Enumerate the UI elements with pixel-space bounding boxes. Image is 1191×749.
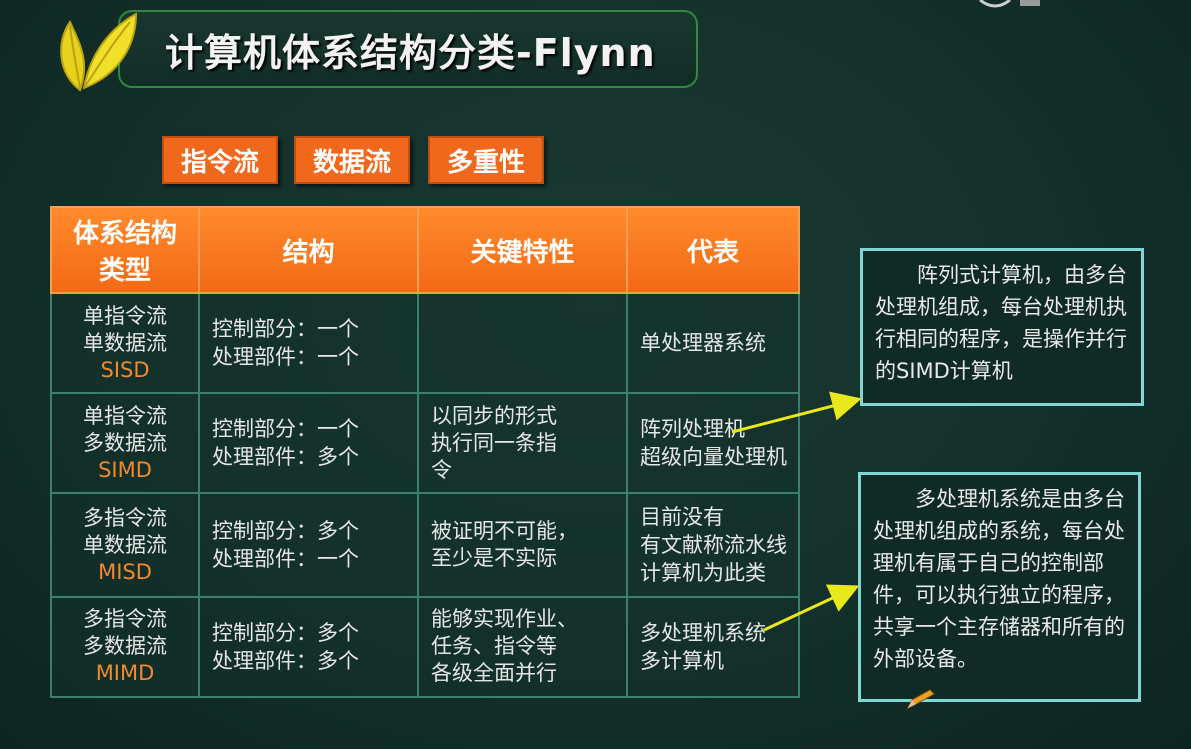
- type-line: 单数据流: [83, 330, 167, 355]
- key-line: 以同步的形式: [431, 403, 557, 428]
- type-line: 单指令流: [83, 303, 167, 328]
- pencil-cursor-icon: [906, 689, 935, 710]
- header-arch-type-line1: 体系结构: [72, 219, 177, 249]
- table-row-misd: 多指令流 单数据流 MISD 控制部分：多个 处理部件：一个 被证明不可能， 至…: [50, 492, 800, 598]
- header-key-features: 关键特性: [417, 206, 628, 294]
- type-line: 多指令流: [83, 505, 167, 530]
- cell-key-features: 能够实现作业、 任务、指令等 各级全面并行: [417, 595, 628, 699]
- type-line: 多数据流: [83, 634, 167, 659]
- cell-structure: 控制部分：多个 处理部件：多个: [198, 595, 419, 699]
- rep-line: 阵列处理机: [640, 417, 745, 442]
- key-line: 被证明不可能，: [431, 519, 578, 544]
- cell-representative: 目前没有 有文献称流水线 计算机为此类: [626, 492, 800, 598]
- mimd-note-box: 多处理机系统是由多台处理机组成的系统，每台处理机有属于自己的控制部件，可以执行独…: [858, 472, 1141, 702]
- cell-representative: 单处理器系统: [626, 291, 800, 395]
- key-line: 至少是不实际: [431, 546, 557, 571]
- leaf-logo-icon: [60, 12, 138, 92]
- table-header-row: 体系结构 类型 结构 关键特性 代表: [50, 206, 800, 294]
- header-representatives: 代表: [626, 206, 800, 294]
- type-abbr: SIMD: [98, 457, 152, 482]
- header-arch-type-line2: 类型: [98, 256, 151, 286]
- cell-key-features: [417, 291, 628, 395]
- rep-line: 超级向量处理机: [640, 445, 787, 470]
- tag-multiplicity: 多重性: [428, 136, 544, 184]
- cell-structure: 控制部分：多个 处理部件：一个: [198, 492, 419, 598]
- type-abbr: MIMD: [95, 661, 155, 686]
- header-structure: 结构: [198, 206, 419, 294]
- cell-type: 多指令流 单数据流 MISD: [50, 492, 200, 598]
- cell-type: 单指令流 多数据流 SIMD: [50, 392, 200, 495]
- structure-line: 控制部分：一个: [212, 417, 359, 442]
- type-abbr: MISD: [98, 559, 152, 584]
- structure-line: 处理部件：多个: [212, 445, 359, 470]
- type-abbr: SISD: [100, 357, 150, 382]
- structure-line: 处理部件：一个: [212, 345, 359, 370]
- structure-line: 控制部分：多个: [212, 519, 359, 544]
- table-row-simd: 单指令流 多数据流 SIMD 控制部分：一个 处理部件：多个 以同步的形式 执行…: [50, 392, 800, 495]
- cell-key-features: 被证明不可能， 至少是不实际: [417, 492, 628, 598]
- structure-line: 控制部分：多个: [212, 620, 359, 645]
- structure-line: 处理部件：多个: [212, 648, 359, 673]
- cell-structure: 控制部分：一个 处理部件：多个: [198, 392, 419, 495]
- cell-structure: 控制部分：一个 处理部件：一个: [198, 291, 419, 395]
- structure-line: 处理部件：一个: [212, 547, 359, 572]
- cell-type: 多指令流 多数据流 MIMD: [50, 595, 200, 699]
- key-line: 任务、指令等: [431, 634, 557, 659]
- rep-line: 有文献称流水线: [640, 533, 787, 558]
- type-line: 单指令流: [83, 403, 167, 428]
- cell-key-features: 以同步的形式 执行同一条指 令: [417, 392, 628, 495]
- type-line: 单数据流: [83, 532, 167, 557]
- cell-representative: 阵列处理机 超级向量处理机: [626, 392, 800, 495]
- header-arch-type: 体系结构 类型: [50, 206, 200, 294]
- key-line: 能够实现作业、: [431, 607, 578, 632]
- cell-representative: 多处理机系统 多计算机: [626, 595, 800, 699]
- table-row-sisd: 单指令流 单数据流 SISD 控制部分：一个 处理部件：一个 单处理器系统: [50, 291, 800, 395]
- type-line: 多数据流: [83, 430, 167, 455]
- cell-type: 单指令流 单数据流 SISD: [50, 291, 200, 395]
- key-line: 执行同一条指: [431, 430, 557, 455]
- simd-note-box: 阵列式计算机，由多台处理机组成，每台处理机执行相同的程序，是操作并行的SIMD计…: [860, 248, 1144, 406]
- rep-line: 单处理器系统: [640, 331, 766, 356]
- rep-line: 多计算机: [640, 648, 724, 673]
- tag-instruction-stream: 指令流: [162, 136, 278, 184]
- slide-title: 计算机体系结构分类-Flynn: [165, 31, 656, 75]
- rep-line: 多处理机系统: [640, 620, 766, 645]
- tag-data-stream: 数据流: [294, 136, 410, 184]
- key-line: 令: [431, 457, 452, 482]
- rep-line: 目前没有: [640, 505, 724, 530]
- corner-logo: [979, 0, 1040, 8]
- rep-line: 计算机为此类: [640, 561, 766, 586]
- key-line: 各级全面并行: [431, 661, 557, 686]
- table-row-mimd: 多指令流 多数据流 MIMD 控制部分：多个 处理部件：多个 能够实现作业、 任…: [50, 595, 800, 699]
- flynn-classification-table: 体系结构 类型 结构 关键特性 代表 单指令流 单数据流 SISD 控制部分：一…: [50, 206, 800, 699]
- type-line: 多指令流: [83, 607, 167, 632]
- structure-line: 控制部分：一个: [212, 317, 359, 342]
